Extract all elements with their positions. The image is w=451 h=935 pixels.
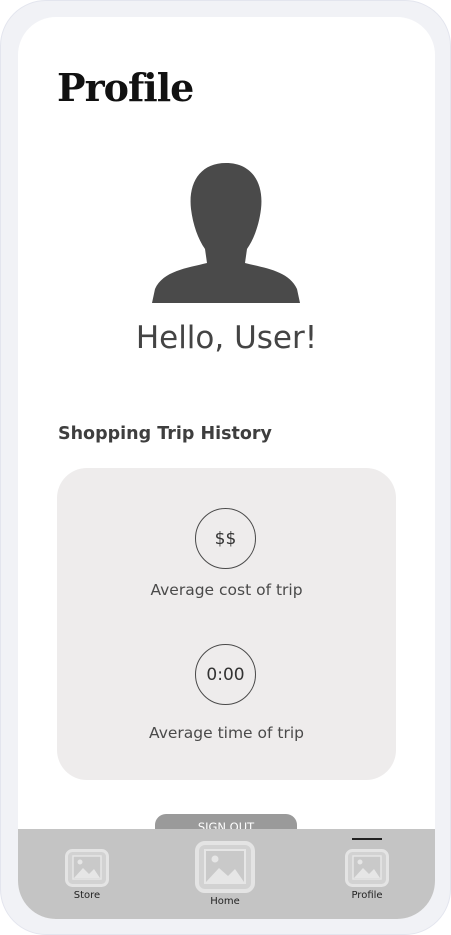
section-heading: Shopping Trip History	[58, 424, 272, 444]
tab-store[interactable]: Store	[64, 849, 110, 901]
time-stat-label: Average time of trip	[149, 724, 304, 742]
page-title: Profile	[57, 65, 194, 110]
tab-home[interactable]: Home	[194, 841, 256, 907]
cost-stat-circle: $$	[195, 508, 256, 569]
time-stat-value: 0:00	[206, 664, 245, 685]
image-placeholder-icon	[65, 849, 109, 887]
tab-profile-label: Profile	[351, 890, 383, 901]
device-frame: Profile Hello, User! Shopping Trip Histo…	[0, 0, 451, 935]
image-placeholder-icon	[195, 841, 255, 893]
greeting-text: Hello, User!	[135, 320, 318, 356]
tab-profile[interactable]: Profile	[343, 849, 391, 901]
trip-history-card: $$ Average cost of trip 0:00 Average tim…	[57, 468, 396, 780]
tab-store-label: Store	[73, 890, 101, 901]
active-tab-indicator	[352, 838, 382, 840]
bottom-tab-bar: Store Home Profile	[18, 829, 435, 919]
app-screen: Profile Hello, User! Shopping Trip Histo…	[18, 17, 435, 919]
time-stat-circle: 0:00	[195, 644, 256, 705]
cost-stat-value: $$	[214, 528, 237, 549]
image-placeholder-icon	[345, 849, 389, 887]
cost-stat-label: Average cost of trip	[150, 581, 303, 599]
person-silhouette-icon	[152, 163, 300, 303]
tab-home-label: Home	[210, 896, 240, 907]
